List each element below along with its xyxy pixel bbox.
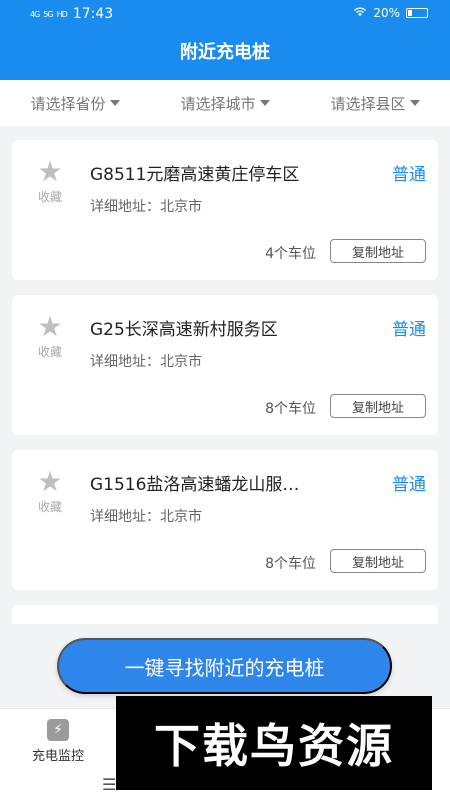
- caret-down-icon: [259, 100, 270, 106]
- page-title: 附近充电桩: [180, 42, 270, 63]
- find-nearby-button[interactable]: 一键寻找附近的充电桩: [57, 638, 392, 694]
- status-time: 17:43: [72, 6, 114, 22]
- parking-slots: 4个车位: [265, 246, 316, 262]
- parking-slots: 8个车位: [265, 401, 316, 417]
- favorite-button[interactable]: ★ 收藏: [32, 158, 68, 205]
- station-card[interactable]: ★ 收藏 G25长深高速新村服务区 普通 详细地址：北京市 8个车位 复制地址: [12, 295, 438, 435]
- hd-icon: HD: [56, 9, 68, 19]
- favorite-button[interactable]: ★ 收藏: [32, 468, 68, 515]
- station-list[interactable]: ★ 收藏 G8511元磨高速黄庄停车区 普通 详细地址：北京市 4个车位 复制地…: [0, 126, 450, 624]
- station-name: G8511元磨高速黄庄停车区: [90, 165, 300, 185]
- station-card[interactable]: ★ 收藏 G8511元磨高速黄庄停车区 普通 详细地址：北京市 4个车位 复制地…: [12, 140, 438, 280]
- station-address: 详细地址：北京市: [90, 509, 202, 525]
- station-card[interactable]: ★ 收藏 G1516盐洛高速蟠龙山服… 普通 详细地址：北京市 8个车位 复制地…: [12, 450, 438, 590]
- signal-4g-icon: 4G: [30, 9, 40, 19]
- station-address: 详细地址：北京市: [90, 199, 202, 215]
- district-select[interactable]: 请选择县区: [300, 80, 450, 126]
- favorite-button[interactable]: ★ 收藏: [32, 313, 68, 360]
- station-address: 详细地址：北京市: [90, 354, 202, 370]
- caret-down-icon: [409, 100, 420, 106]
- tab-label: 充电监控: [31, 749, 84, 764]
- favorite-label: 收藏: [37, 345, 62, 359]
- tab-charging-monitor[interactable]: ⚡ 充电监控: [18, 719, 98, 764]
- star-icon: ★: [37, 310, 63, 343]
- app-header: 4G 5G HD 17:43 20% 附近充电桩: [0, 0, 450, 80]
- watermark-text: 下载鸟资源: [154, 719, 394, 773]
- status-left: 4G 5G HD 17:43: [30, 6, 113, 22]
- station-name: G25长深高速新村服务区: [90, 320, 278, 340]
- copy-address-button[interactable]: 复制地址: [330, 549, 426, 573]
- signal-5g-icon: 5G: [43, 9, 53, 19]
- star-icon: ★: [37, 155, 63, 188]
- battery-icon: [406, 8, 428, 18]
- menu-icon[interactable]: ☰: [102, 775, 116, 794]
- favorite-label: 收藏: [37, 500, 62, 514]
- station-name: G1516盐洛高速蟠龙山服…: [90, 475, 300, 495]
- battery-percent: 20%: [373, 6, 400, 20]
- wifi-icon: [353, 6, 367, 20]
- station-type-tag: 普通: [392, 475, 426, 495]
- caret-down-icon: [109, 100, 120, 106]
- province-select[interactable]: 请选择省份: [0, 80, 150, 126]
- copy-address-button[interactable]: 复制地址: [330, 239, 426, 263]
- station-type-tag: 普通: [392, 320, 426, 340]
- charging-monitor-icon: ⚡: [47, 719, 69, 741]
- station-type-tag: 普通: [392, 165, 426, 185]
- filter-bar: 请选择省份 请选择城市 请选择县区: [0, 80, 450, 126]
- district-select-label: 请选择县区: [330, 94, 406, 113]
- copy-address-button[interactable]: 复制地址: [330, 394, 426, 418]
- star-icon: ★: [37, 465, 63, 498]
- city-select-label: 请选择城市: [180, 94, 256, 113]
- station-card-partial[interactable]: [12, 605, 438, 624]
- parking-slots: 8个车位: [265, 556, 316, 572]
- watermark-overlay: 下载鸟资源: [116, 696, 432, 790]
- city-select[interactable]: 请选择城市: [150, 80, 300, 126]
- status-right: 20%: [353, 6, 428, 20]
- status-bar: 4G 5G HD 17:43 20%: [0, 0, 450, 28]
- favorite-label: 收藏: [37, 190, 62, 204]
- province-select-label: 请选择省份: [30, 94, 106, 113]
